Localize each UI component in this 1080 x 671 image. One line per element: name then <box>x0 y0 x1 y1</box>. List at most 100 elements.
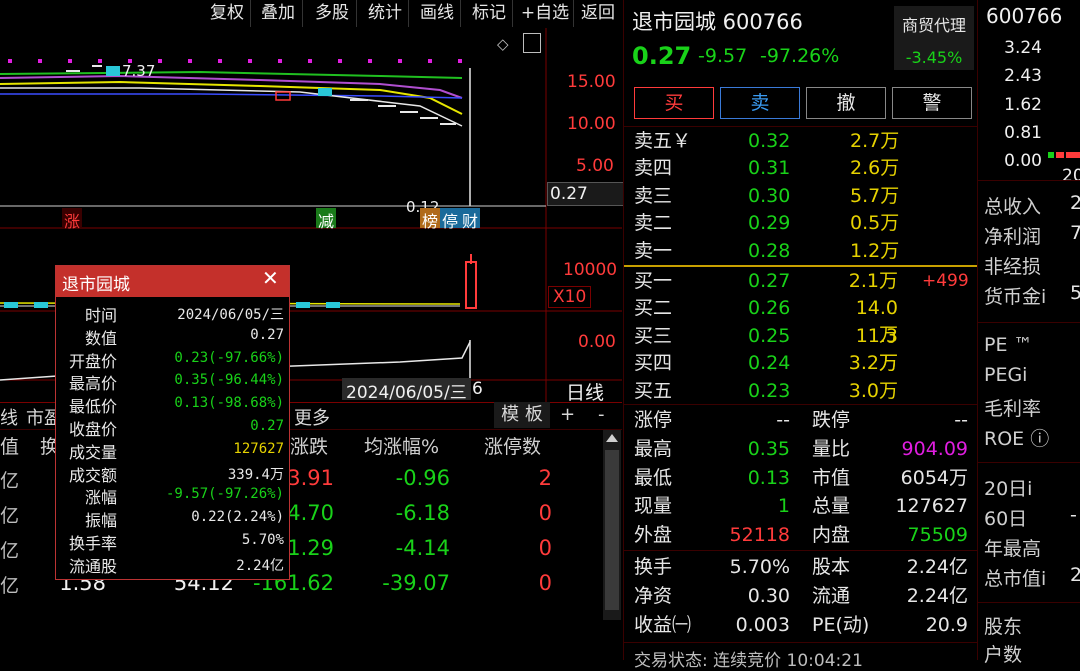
popup-row-label: 时间 <box>84 306 117 325</box>
close-icon[interactable]: ✕ <box>262 266 279 290</box>
popup-row: 流通股 2.24亿 <box>56 553 289 576</box>
mini-axis-tail: 20 <box>1062 166 1080 186</box>
side-metric-label[interactable]: PEGi <box>984 364 1027 386</box>
ask-row[interactable]: 卖一 0.28 1.2万 <box>624 238 977 265</box>
stat-key: 量比 <box>812 437 851 460</box>
mini-axis-label: 0.81 <box>1004 123 1042 143</box>
side-metric-label[interactable]: 年最高 <box>984 534 1041 561</box>
divider <box>978 180 1080 181</box>
side-metric-label[interactable]: PE ™ <box>984 334 1033 356</box>
divider <box>978 602 1080 603</box>
side-metric-label[interactable]: 毛利率 <box>984 394 1041 421</box>
stat-row: 外盘 52118 内盘 75509 <box>624 521 977 550</box>
row-avg: -4.14 <box>395 536 450 560</box>
popup-row-label: 成交量 <box>68 442 117 462</box>
bid-row[interactable]: 买五 0.23 3.0万 <box>624 378 977 405</box>
toolbar-draw-button[interactable]: 画线 <box>414 0 461 27</box>
toolbar-back-button[interactable]: 返回 <box>576 0 620 27</box>
panel-toggle-icon[interactable] <box>523 33 541 53</box>
scroll-thumb[interactable] <box>605 450 619 610</box>
diamond-icon[interactable]: ◇ <box>497 35 509 53</box>
popup-header[interactable]: 退市园城 ✕ <box>56 266 289 297</box>
table-remove-button[interactable]: - <box>598 404 605 425</box>
sector-box[interactable]: 商贸代理 -3.45% <box>894 6 974 70</box>
volume-axis-label: 10000 <box>563 260 618 280</box>
ask-row[interactable]: 卖四 0.31 2.6万 <box>624 155 977 182</box>
stat-value: -- <box>954 409 968 431</box>
table-tab-line[interactable]: 线 <box>0 404 18 430</box>
popup-row: 开盘价 0.23(-97.66%) <box>56 348 289 371</box>
bid-row[interactable]: 买一 0.27 2.1万 +499 <box>624 268 977 295</box>
stock-name-code: 退市园城 600766 <box>632 10 803 34</box>
quote-panel: 退市园城 600766 商贸代理 -3.45% 0.27 -9.57 -97.2… <box>623 0 977 671</box>
toolbar-fuquan-button[interactable]: 复权 <box>204 0 251 27</box>
sell-button[interactable]: 卖 <box>720 87 800 119</box>
marker-zhang[interactable]: 涨 <box>62 208 83 231</box>
stat-row: 涨停 -- 跌停 -- <box>624 406 977 435</box>
kline-info-popup: 退市园城 ✕ 时间 2024/06/05/三 数值 0.27 开盘价 0.23(-97.6… <box>55 265 290 580</box>
popup-row-value: 2.24亿 <box>236 557 284 574</box>
toolbar-mark-button[interactable]: 标记 <box>466 0 513 27</box>
side-metric-label[interactable]: 60日 <box>984 504 1027 531</box>
popup-row: 最高价 0.35(-96.44%) <box>56 370 289 393</box>
stat-key: 股本 <box>812 556 851 578</box>
popup-row-value: 0.22(2.24%) <box>191 509 284 526</box>
buy-button[interactable]: 买 <box>634 87 714 119</box>
popup-row: 成交额 339.4万 <box>56 462 289 485</box>
mini-axis-label: 3.24 <box>1004 38 1042 58</box>
alert-button[interactable]: 警 <box>892 87 972 119</box>
marker-cai[interactable]: 财 <box>460 208 481 231</box>
stat-value: 52118 <box>729 524 790 547</box>
popup-row-label: 成交额 <box>68 465 117 485</box>
side-metric-label[interactable]: 总收入 <box>984 192 1041 219</box>
period-label[interactable]: 日线 <box>566 378 604 405</box>
marker-ting[interactable]: 停 <box>440 208 461 231</box>
stat-row: 净资 0.30 流通 2.24亿 <box>624 582 977 611</box>
bid-row[interactable]: 买二 0.26 14.0万 <box>624 295 977 346</box>
table-scrollbar[interactable] <box>603 430 621 620</box>
ask-row[interactable]: 卖二 0.29 0.5万 <box>624 210 977 237</box>
side-metric-label[interactable]: 净利润 <box>984 222 1041 249</box>
side-metric-value: 5 <box>1070 282 1080 304</box>
popup-row: 换手率 5.70% <box>56 530 289 553</box>
table-header-change[interactable]: 涨跌 <box>290 432 328 459</box>
stat-value: 0.003 <box>735 614 790 636</box>
marker-bang[interactable]: 榜 <box>420 208 441 231</box>
toolbar-overlay-button[interactable]: 叠加 <box>254 0 303 27</box>
toolbar-add-watchlist-button[interactable]: +自选 <box>517 0 574 27</box>
side-metric-label[interactable]: 非经损 <box>984 252 1041 279</box>
stat-key: 总量 <box>812 495 851 518</box>
ask-row[interactable]: 卖五￥ 0.32 2.7万 <box>624 128 977 155</box>
stat-key: 收益㈠ <box>634 614 692 636</box>
cancel-order-button[interactable]: 撤 <box>806 87 886 119</box>
popup-row: 数值 0.27 <box>56 325 289 348</box>
bid-row[interactable]: 买三 0.25 11.3万 <box>624 323 977 374</box>
mini-axis-label: 1.62 <box>1004 95 1042 115</box>
stat-row: 最低 0.13 市值 6054万 <box>624 464 977 493</box>
side-metric-label[interactable]: ROE ⓘ <box>984 424 1049 451</box>
table-header-limit[interactable]: 涨停数 <box>484 432 541 459</box>
toolbar-stats-button[interactable]: 统计 <box>362 0 409 27</box>
bid-label: 买五 <box>634 379 673 402</box>
scroll-up-icon[interactable] <box>606 434 618 442</box>
ask-volume: 5.7万 <box>850 184 900 207</box>
ask-price: 0.30 <box>748 184 791 207</box>
row-avg: -39.07 <box>382 571 450 595</box>
table-add-button[interactable]: + <box>560 404 575 425</box>
popup-row-label: 振幅 <box>84 511 117 531</box>
bid-price: 0.23 <box>748 379 791 402</box>
ask-row[interactable]: 卖三 0.30 5.7万 <box>624 183 977 210</box>
side-metric-label[interactable]: 总市值i <box>984 564 1046 591</box>
table-template-button[interactable]: 模 板 <box>494 402 550 428</box>
side-holders-label[interactable]: 股东 <box>984 612 1022 639</box>
side-metric-label[interactable]: 货币金i <box>984 282 1046 309</box>
table-more-button[interactable]: 更多 <box>294 404 330 430</box>
marker-jian[interactable]: 减 <box>316 208 337 231</box>
toolbar-multistock-button[interactable]: 多股 <box>308 0 357 27</box>
bid-row[interactable]: 买四 0.24 3.2万 <box>624 350 977 377</box>
table-header-avg[interactable]: 均涨幅% <box>364 432 439 459</box>
side-metric-label[interactable]: 20日i <box>984 474 1032 501</box>
stat-key: 流通 <box>812 585 851 607</box>
side-holders-count-label[interactable]: 户数 <box>984 640 1022 667</box>
popup-row-value: 127627 <box>233 440 284 457</box>
